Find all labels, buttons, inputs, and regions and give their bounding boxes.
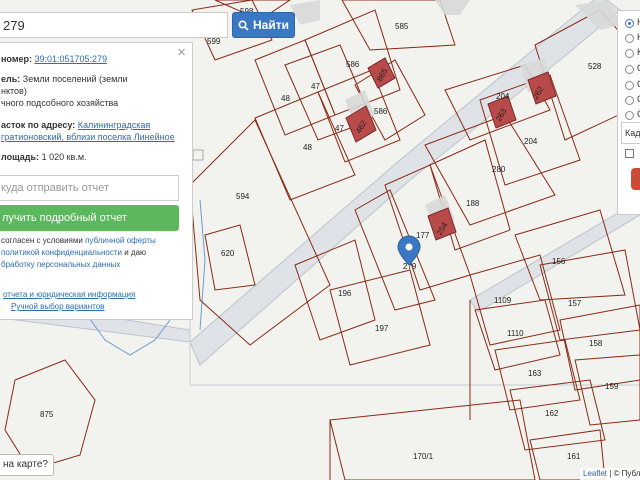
parcel-label: 620 — [221, 249, 235, 258]
attribution-text: | © Публ — [609, 469, 640, 478]
parcel-label: 163 — [528, 369, 542, 378]
parcel-label: 156 — [552, 257, 566, 266]
area-row: лощадь: 1 020 кв.м. — [1, 151, 186, 163]
cad-layer-field[interactable]: Када — [621, 122, 640, 144]
layer-checkbox[interactable] — [625, 149, 634, 158]
parcel-label: 280 — [492, 165, 506, 174]
location-marker[interactable] — [397, 235, 421, 266]
layer-radio[interactable] — [625, 49, 634, 58]
parcel-label: 196 — [338, 289, 352, 298]
purpose-label: ель: — [1, 74, 21, 84]
agree-text: и даю — [124, 248, 147, 257]
panel-links: отчета и юридическая информация Ручной в… — [3, 289, 135, 313]
parcel-label: 177 — [416, 231, 430, 240]
report-info-link[interactable]: отчета и юридическая информация — [3, 290, 135, 299]
parcel-label: 158 — [589, 339, 603, 348]
parcel-label: 170/1 — [413, 452, 434, 461]
layer-radio[interactable] — [625, 19, 634, 28]
area-value: 1 020 кв.м. — [41, 152, 87, 162]
layer-radio[interactable] — [625, 34, 634, 43]
address-link[interactable]: гратионовский, вблизи поселка Линейное — [1, 132, 175, 142]
parcel-label: 162 — [545, 409, 559, 418]
map-pin-dot — [405, 243, 413, 251]
search-icon — [238, 19, 249, 31]
layer-radio[interactable] — [625, 65, 634, 74]
parcel-label: 47 — [311, 82, 320, 91]
parcel-label: 594 — [236, 192, 250, 201]
map-attribution: Leaflet | © Публ — [580, 468, 640, 480]
offer-link[interactable]: публичной оферты — [85, 236, 156, 245]
diagonal-road — [189, 0, 621, 366]
purpose-row: ель: Земли поселений (земли нктов) чного… — [1, 73, 186, 109]
parcel-label: 159 — [605, 382, 619, 391]
purpose-text: Земли поселений (земли — [22, 74, 128, 84]
parcel-197 — [329, 269, 431, 366]
parcel-label: 47 — [335, 124, 344, 133]
address-link[interactable]: Калининградская — [78, 120, 151, 130]
parcel-info-panel: × номер: 39:01:051705:279 ель: Земли пос… — [0, 42, 193, 320]
parcel-label: 197 — [375, 324, 389, 333]
cad-number-row: номер: 39:01:051705:279 — [1, 53, 186, 65]
question-button[interactable]: на карте? — [0, 454, 54, 476]
water-line-2 — [199, 199, 206, 331]
parcel-label: 586 — [346, 60, 360, 69]
search-button[interactable]: Найти — [232, 12, 295, 38]
area-label: лощадь: — [1, 152, 40, 162]
layer-radio[interactable] — [625, 96, 634, 105]
search-button-label: Найти — [253, 18, 289, 32]
parcel-label: 204 — [524, 137, 538, 146]
search-input[interactable]: 279 — [0, 12, 228, 38]
parcel-label: 161 — [567, 452, 581, 461]
parcel-label: 528 — [588, 62, 602, 71]
privacy-link[interactable]: политикой конфиденциальности — [1, 248, 122, 257]
purpose-text: чного подсобного хозяйства — [1, 98, 119, 108]
purpose-text: нктов) — [1, 86, 27, 96]
email-field[interactable]: куда отправить отчет — [0, 175, 179, 201]
parcel-label: 157 — [568, 299, 582, 308]
parcel-label: 586 — [374, 107, 388, 116]
layer-radio[interactable] — [625, 111, 634, 120]
layer-switcher: Н Н К О С С С Када — [617, 10, 640, 215]
parcel-label: 204 — [496, 92, 510, 101]
parcel-label: 1110 — [507, 329, 524, 338]
parcel-label: 585 — [395, 22, 409, 31]
building-shadow — [435, 0, 470, 15]
manual-select-link[interactable]: Ручной выбор вариантов — [11, 302, 104, 311]
parcel-label: 599 — [207, 37, 221, 46]
get-report-button[interactable]: лучить подробный отчет — [0, 205, 179, 231]
parcel-label: 1109 — [494, 296, 512, 305]
address-row: асток по адресу: Калининградская гратион… — [1, 119, 186, 143]
layer-action-button[interactable] — [631, 168, 640, 190]
broken-image-icon — [192, 149, 204, 161]
parcel-label: 48 — [281, 94, 290, 103]
parcel-label: 188 — [466, 199, 480, 208]
agree-text: согласен с условиями — [1, 236, 83, 245]
layer-radio[interactable] — [625, 81, 634, 90]
parcel-170-1 — [329, 399, 536, 480]
cad-number-label: номер: — [1, 54, 32, 64]
cad-number-link[interactable]: 39:01:051705:279 — [35, 54, 108, 64]
agreement-text: согласен с условиями публичной оферты по… — [1, 235, 176, 271]
parcel-label: 48 — [303, 143, 312, 152]
parcel-label: 875 — [40, 410, 54, 419]
leaflet-link[interactable]: Leaflet — [583, 469, 607, 478]
personal-data-link[interactable]: бработку персональных данных — [1, 260, 120, 269]
address-label: асток по адресу: — [1, 120, 76, 130]
